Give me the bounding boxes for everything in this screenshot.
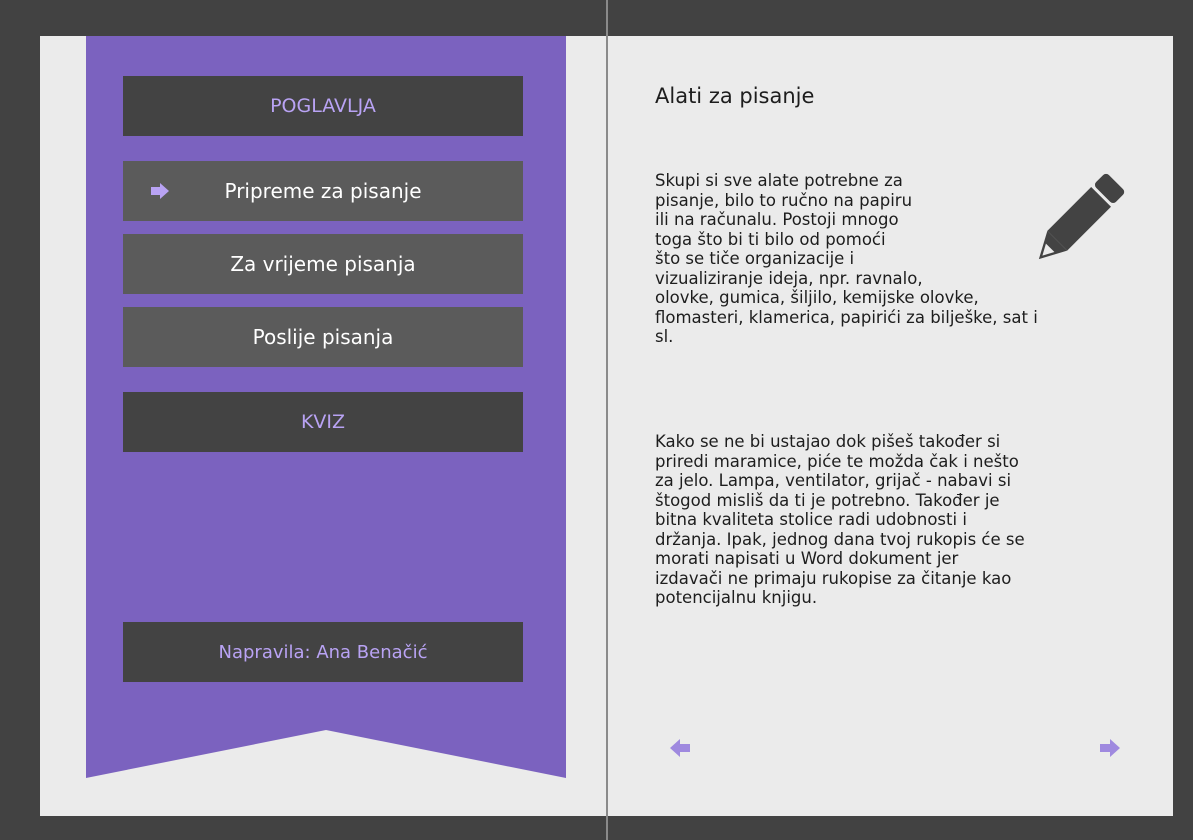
paragraph-2: Kako se ne bi ustajao dok pišeš također …	[655, 432, 1145, 608]
quiz-label: KVIZ	[300, 411, 346, 433]
arrow-right-icon[interactable]	[1100, 739, 1120, 757]
book-spine	[606, 0, 608, 840]
sidebar-item-za-vrijeme[interactable]: Za vrijeme pisanja	[123, 234, 523, 294]
sidebar-item-label: Za vrijeme pisanja	[230, 252, 416, 276]
right-page	[608, 36, 1173, 816]
text-line: držanja. Ipak, jednog dana tvoj rukopis …	[655, 529, 1025, 549]
text-line: morati napisati u Word dokument jer	[655, 549, 959, 568]
text-line: flomasteri, klamerica, papirići za bilje…	[655, 307, 1038, 327]
text-line: Kako se ne bi ustajao dok pišeš također …	[655, 432, 1001, 451]
sidebar-item-label: Pripreme za pisanje	[224, 179, 422, 203]
sidebar-item-pripreme[interactable]: Pripreme za pisanje	[123, 161, 523, 221]
author-label: Napravila: Ana Benačić	[218, 641, 428, 663]
text-line: sl.	[655, 327, 674, 346]
text-line: za jelo. Lampa, ventilator, grijač - nab…	[655, 471, 1012, 490]
text-line: priredi maramice, piće te možda čak i ne…	[655, 451, 1019, 471]
author-credit: Napravila: Ana Benačić	[123, 622, 523, 682]
sidebar-item-label: Poslije pisanja	[252, 325, 394, 349]
chapters-header: POGLAVLJA	[123, 76, 523, 136]
text-line: izdavači ne primaju rukopise za čitanje …	[655, 568, 1012, 588]
page-title: Alati za pisanje	[655, 84, 815, 108]
text-line: potencijalnu knjigu.	[655, 588, 818, 607]
sidebar-item-poslije[interactable]: Poslije pisanja	[123, 307, 523, 367]
text-line: štogod misliš da ti je potrebno. Također…	[655, 490, 1000, 510]
quiz-button[interactable]: KVIZ	[123, 392, 523, 452]
chapters-header-label: POGLAVLJA	[270, 95, 376, 117]
text-line: olovke, gumica, šiljilo, kemijske olovke…	[655, 288, 979, 307]
arrow-right-icon	[151, 183, 169, 199]
arrow-left-icon[interactable]	[670, 739, 690, 757]
text-line: bitna kvaliteta stolice radi udobnosti i	[655, 510, 967, 529]
pencil-icon	[1038, 173, 1125, 260]
